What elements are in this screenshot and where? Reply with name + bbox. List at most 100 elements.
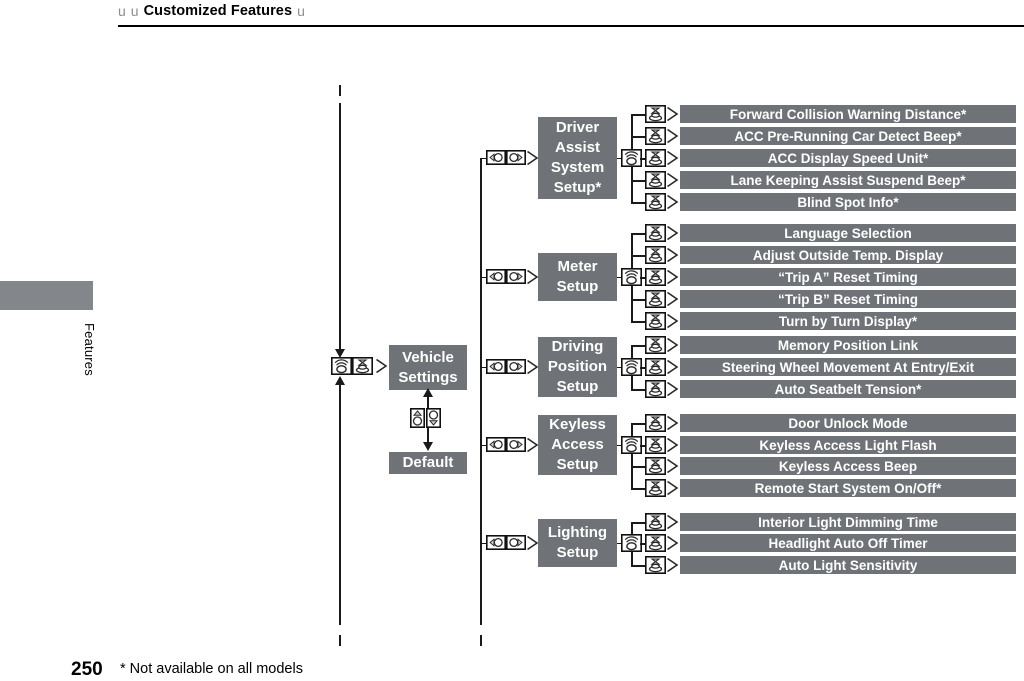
knob-press-icon[interactable]	[645, 246, 666, 264]
menu-item[interactable]: Forward Collision Warning Distance*	[680, 105, 1016, 123]
arrow-right-icon	[667, 172, 679, 188]
menu-item[interactable]: Keyless Access Light Flash	[680, 436, 1016, 454]
arrow-right-icon	[667, 313, 679, 329]
knob-rotate-icon[interactable]	[331, 357, 352, 375]
knob-press-icon[interactable]	[645, 513, 666, 531]
knob-press-icon[interactable]	[645, 414, 666, 432]
knob-press-icon[interactable]	[645, 479, 666, 497]
manual-page: u u Customized Features u Features 250 *…	[0, 0, 1024, 680]
knob-press-icon[interactable]	[645, 534, 666, 552]
menu-item[interactable]: Remote Start System On/Off*	[680, 479, 1016, 497]
header-rule	[118, 25, 1024, 27]
arrow-right-icon	[376, 358, 388, 374]
knob-turn-right-icon[interactable]	[506, 437, 526, 452]
knob-press-icon[interactable]	[645, 105, 666, 123]
arrow-right-icon	[667, 381, 679, 397]
node-driver-assist-system-setup[interactable]: Driver Assist System Setup*	[538, 117, 617, 199]
node-keyless-access-setup[interactable]: Keyless Access Setup	[538, 415, 617, 475]
menu-item[interactable]: Adjust Outside Temp. Display	[680, 246, 1016, 264]
arrow-right-icon	[667, 337, 679, 353]
arrow-right-icon	[667, 359, 679, 375]
item-connector	[631, 233, 646, 235]
knob-press-icon[interactable]	[352, 357, 373, 375]
knob-rotate-icon[interactable]	[621, 149, 642, 167]
menu-item[interactable]: Language Selection	[680, 224, 1016, 242]
knob-press-icon[interactable]	[645, 358, 666, 376]
page-header: u u Customized Features u	[118, 0, 305, 22]
menu-item[interactable]: ACC Display Speed Unit*	[680, 149, 1016, 167]
default-link-upper	[427, 396, 429, 408]
knob-rotate-icon[interactable]	[621, 436, 642, 454]
default-link-arrow-down	[423, 442, 433, 451]
knob-press-icon[interactable]	[645, 224, 666, 242]
arrow-right-icon	[667, 106, 679, 122]
menu-item[interactable]: Door Unlock Mode	[680, 414, 1016, 432]
default-link-arrow-up	[423, 388, 433, 397]
group-item-bus	[631, 423, 633, 488]
knob-rotate-icon[interactable]	[621, 268, 642, 286]
trunk-left-lower	[339, 385, 341, 625]
menu-item[interactable]: Steering Wheel Movement At Entry/Exit	[680, 358, 1016, 376]
node-driving-position-setup[interactable]: Driving Position Setup	[538, 337, 617, 397]
scroll-up-icon[interactable]	[410, 408, 425, 428]
trunk-left-tick-bottom	[339, 635, 341, 646]
item-connector	[631, 299, 646, 301]
menu-item[interactable]: Interior Light Dimming Time	[680, 513, 1016, 531]
arrow-right-icon	[667, 150, 679, 166]
item-connector	[631, 114, 646, 116]
knob-turn-left-icon[interactable]	[486, 359, 506, 374]
menu-item[interactable]: Turn by Turn Display*	[680, 312, 1016, 330]
arrow-right-icon	[667, 225, 679, 241]
knob-press-icon[interactable]	[645, 290, 666, 308]
menu-item[interactable]: Lane Keeping Assist Suspend Beep*	[680, 171, 1016, 189]
menu-item[interactable]: Memory Position Link	[680, 336, 1016, 354]
knob-press-icon[interactable]	[645, 149, 666, 167]
trunk-left-upper	[339, 103, 341, 351]
arrow-right-icon	[667, 437, 679, 453]
menu-item[interactable]: “Trip A” Reset Timing	[680, 268, 1016, 286]
menu-item[interactable]: Auto Light Sensitivity	[680, 556, 1016, 574]
knob-turn-right-icon[interactable]	[506, 150, 526, 165]
knob-press-icon[interactable]	[645, 556, 666, 574]
menu-item[interactable]: “Trip B” Reset Timing	[680, 290, 1016, 308]
page-title: Customized Features	[143, 2, 293, 19]
header-glyph-left-1: u	[118, 3, 126, 19]
arrow-right-icon	[667, 291, 679, 307]
knob-press-icon[interactable]	[645, 436, 666, 454]
arrow-right-icon	[667, 128, 679, 144]
node-default[interactable]: Default	[389, 452, 467, 474]
item-connector	[631, 202, 646, 204]
trunk-left-arrow-up	[335, 376, 346, 385]
knob-press-icon[interactable]	[645, 193, 666, 211]
knob-turn-left-icon[interactable]	[486, 269, 506, 284]
arrow-right-icon	[667, 194, 679, 210]
menu-item[interactable]: ACC Pre-Running Car Detect Beep*	[680, 127, 1016, 145]
node-vehicle-settings[interactable]: Vehicle Settings	[389, 345, 467, 390]
menu-item[interactable]: Auto Seatbelt Tension*	[680, 380, 1016, 398]
scroll-down-icon[interactable]	[426, 408, 441, 428]
knob-press-icon[interactable]	[645, 127, 666, 145]
knob-turn-right-icon[interactable]	[506, 359, 526, 374]
knob-turn-left-icon[interactable]	[486, 437, 506, 452]
node-meter-setup[interactable]: Meter Setup	[538, 253, 617, 301]
default-link-lower	[427, 428, 429, 442]
menu-item[interactable]: Headlight Auto Off Timer	[680, 534, 1016, 552]
item-connector	[631, 488, 646, 490]
knob-rotate-icon[interactable]	[621, 358, 642, 376]
knob-turn-left-icon[interactable]	[486, 535, 506, 550]
knob-rotate-icon[interactable]	[621, 534, 642, 552]
knob-press-icon[interactable]	[645, 380, 666, 398]
menu-item[interactable]: Blind Spot Info*	[680, 193, 1016, 211]
knob-press-icon[interactable]	[645, 171, 666, 189]
knob-press-icon[interactable]	[645, 457, 666, 475]
knob-turn-left-icon[interactable]	[486, 150, 506, 165]
menu-item[interactable]: Keyless Access Beep	[680, 457, 1016, 475]
knob-press-icon[interactable]	[645, 268, 666, 286]
node-lighting-setup[interactable]: Lighting Setup	[538, 519, 617, 567]
knob-turn-right-icon[interactable]	[506, 535, 526, 550]
knob-press-icon[interactable]	[645, 336, 666, 354]
item-connector	[631, 321, 646, 323]
knob-press-icon[interactable]	[645, 312, 666, 330]
arrow-right-icon	[667, 514, 679, 530]
knob-turn-right-icon[interactable]	[506, 269, 526, 284]
